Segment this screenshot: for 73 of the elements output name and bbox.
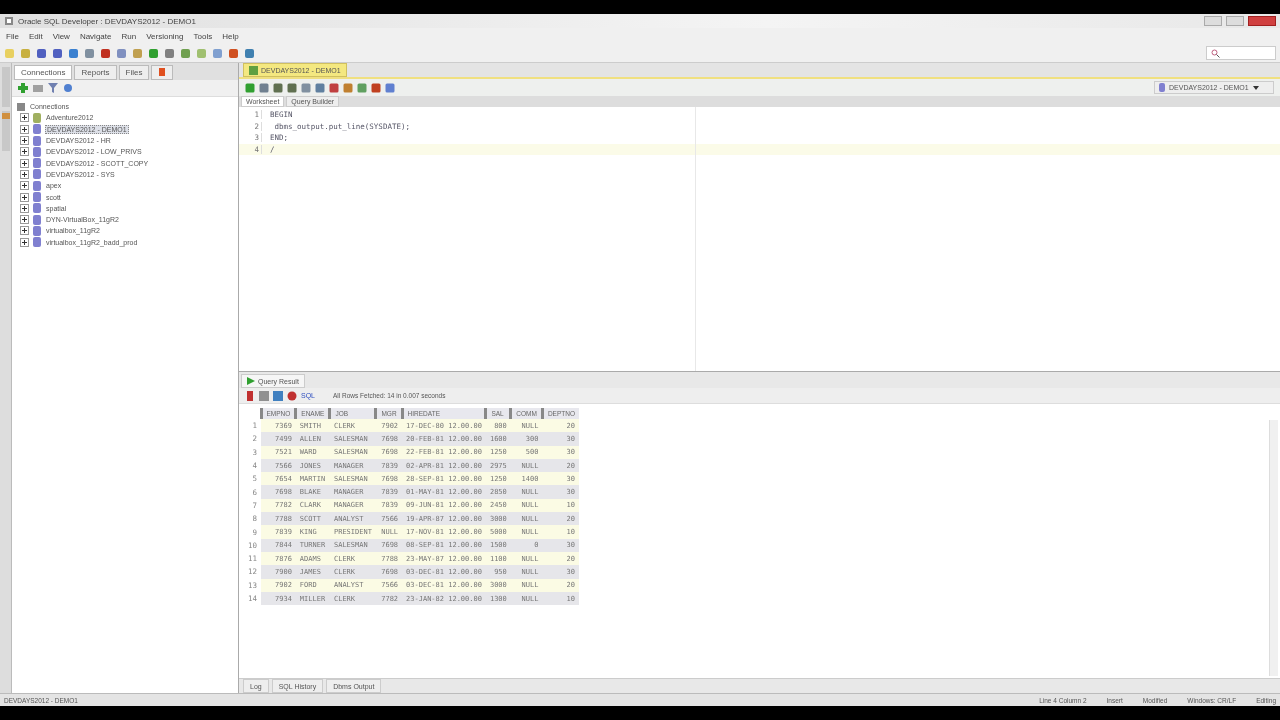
toolbar-icon[interactable] <box>357 82 367 93</box>
database-icon <box>32 225 42 236</box>
panel-tab[interactable]: Connections <box>14 65 73 80</box>
database-icon <box>1159 83 1165 92</box>
toolbar-icon[interactable] <box>52 47 63 59</box>
menu-item[interactable]: Edit <box>28 31 43 41</box>
expander-icon[interactable] <box>20 169 29 179</box>
database-icon <box>32 203 42 214</box>
expander-icon[interactable] <box>20 124 29 134</box>
expander-icon[interactable] <box>20 237 29 247</box>
expander-icon[interactable] <box>20 226 29 236</box>
menu-item[interactable]: View <box>52 31 70 41</box>
toolbar-icon[interactable] <box>343 82 353 93</box>
toolbar-icon[interactable] <box>132 47 143 59</box>
filter-icon[interactable] <box>48 83 58 93</box>
expander-icon[interactable] <box>20 147 29 157</box>
database-icon <box>32 237 42 248</box>
stop-icon[interactable] <box>287 390 297 401</box>
toolbar-icon[interactable] <box>148 47 159 59</box>
expander-icon[interactable] <box>20 113 29 123</box>
toolbar-icon[interactable] <box>287 82 297 93</box>
search-field[interactable] <box>1206 46 1276 60</box>
menu-item[interactable]: Tools <box>193 31 213 41</box>
toolbar-icon[interactable] <box>68 47 79 59</box>
connections-icon <box>16 101 26 112</box>
toolbar-icon[interactable] <box>329 82 339 93</box>
toolbar-icon[interactable] <box>36 47 47 59</box>
expander-icon[interactable] <box>20 215 29 225</box>
toolbar-icon[interactable] <box>259 82 269 93</box>
caret-icon <box>1252 85 1259 90</box>
menu-item[interactable]: File <box>6 31 19 41</box>
toolbar-icon[interactable] <box>315 82 325 93</box>
toolbar-icon[interactable] <box>180 47 191 59</box>
toolbar-icon[interactable] <box>301 82 311 93</box>
toolbar-icon[interactable] <box>100 47 111 59</box>
menu-item[interactable]: Navigate <box>79 31 112 41</box>
worksheet-icon <box>249 65 258 75</box>
database-icon <box>32 158 42 169</box>
database-icon <box>32 146 42 157</box>
toolbar-icon[interactable] <box>212 47 223 59</box>
toolbar-icon[interactable] <box>245 82 255 93</box>
toolbar-icon[interactable] <box>273 82 283 93</box>
toolbar-icon[interactable] <box>84 47 95 59</box>
scrollbar[interactable] <box>1269 420 1278 676</box>
menu-item[interactable]: Versioning <box>146 31 184 41</box>
toolbar-icon[interactable] <box>385 82 395 93</box>
toolbar-icon[interactable] <box>371 82 381 93</box>
database-icon <box>32 124 42 135</box>
database-icon <box>32 192 42 202</box>
add-icon[interactable] <box>18 83 28 93</box>
expander-icon[interactable] <box>20 181 29 191</box>
database-icon <box>32 169 42 180</box>
database-icon <box>32 112 42 123</box>
toolbar-icon[interactable] <box>228 47 239 59</box>
database-icon <box>32 135 42 146</box>
panel-tab[interactable]: Reports <box>74 65 117 80</box>
expander-icon[interactable] <box>20 203 29 213</box>
expander-icon[interactable] <box>20 192 29 202</box>
window-title: Oracle SQL Developer : DEVDAYS2012 - DEMO1 <box>18 16 196 26</box>
toolbar-icon[interactable] <box>244 47 255 59</box>
toolbar-icon[interactable] <box>164 47 175 59</box>
menu-item[interactable]: Run <box>121 31 137 41</box>
search-icon <box>1211 48 1220 58</box>
database-icon <box>32 180 42 191</box>
app-icon <box>4 16 14 26</box>
panel-tab[interactable] <box>151 65 174 80</box>
database-icon <box>32 214 42 225</box>
menu-item[interactable]: Help <box>222 31 239 41</box>
play-icon <box>247 377 255 385</box>
panel-tab[interactable]: Files <box>118 65 150 80</box>
toolbar-icon[interactable] <box>116 47 127 59</box>
expander-icon[interactable] <box>20 158 29 168</box>
expander-icon[interactable] <box>20 136 29 146</box>
